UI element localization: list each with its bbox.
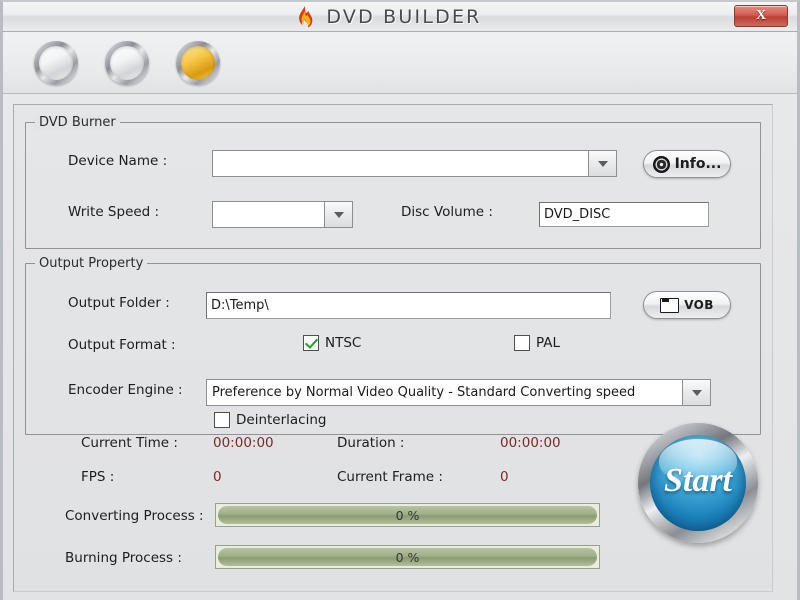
encoder-engine-combo[interactable]: Preference by Normal Video Quality - Sta… bbox=[206, 379, 711, 406]
checkbox-empty-icon bbox=[214, 412, 230, 428]
deinterlacing-label: Deinterlacing bbox=[236, 412, 327, 428]
duration-label: Duration : bbox=[337, 435, 405, 451]
close-button[interactable]: X bbox=[734, 5, 788, 27]
write-speed-combo[interactable] bbox=[212, 201, 353, 228]
disc-volume-label: Disc Volume : bbox=[401, 204, 493, 220]
burning-row: Burning Process : 0 % bbox=[25, 545, 765, 587]
fps-value: 0 bbox=[213, 469, 222, 485]
current-frame-value: 0 bbox=[500, 469, 509, 485]
chevron-down-icon bbox=[597, 160, 608, 167]
close-icon: X bbox=[755, 8, 767, 23]
disc-button-2[interactable] bbox=[105, 40, 149, 85]
disc-volume-input[interactable]: DVD_DISC bbox=[539, 202, 709, 227]
current-frame-label: Current Frame : bbox=[337, 469, 443, 485]
fps-label: FPS : bbox=[81, 469, 115, 485]
disc-volume-row: Disc Volume : bbox=[401, 204, 493, 220]
output-format-row: Output Format : bbox=[68, 337, 176, 353]
converting-progress-value: 0 % bbox=[395, 507, 420, 523]
pal-checkbox[interactable]: PAL bbox=[514, 335, 560, 351]
start-button[interactable]: Start bbox=[638, 423, 758, 543]
converting-process-label: Converting Process : bbox=[65, 508, 204, 524]
write-speed-input[interactable] bbox=[213, 202, 324, 227]
device-name-label: Device Name : bbox=[68, 153, 168, 169]
ntsc-checkbox[interactable]: NTSC bbox=[303, 335, 361, 351]
disc-button-3[interactable] bbox=[176, 40, 220, 85]
start-button-face: Start bbox=[650, 435, 746, 531]
body-area: DVD Burner Device Name : Info... Write S… bbox=[3, 94, 797, 600]
flame-icon bbox=[294, 5, 316, 29]
output-folder-row: Output Folder : bbox=[68, 295, 170, 311]
dvd-burner-group-title: DVD Burner bbox=[35, 115, 120, 130]
window-title: DVD BUILDER bbox=[326, 5, 482, 28]
burning-progress-fill: 0 % bbox=[218, 548, 597, 566]
chevron-down-icon bbox=[333, 211, 344, 218]
info-button-label: Info... bbox=[674, 156, 722, 172]
duration-value: 00:00:00 bbox=[500, 435, 561, 451]
info-button[interactable]: Info... bbox=[643, 150, 731, 178]
dvd-burner-group: DVD Burner Device Name : Info... Write S… bbox=[25, 115, 761, 249]
checkbox-empty-icon bbox=[514, 335, 530, 351]
output-property-group: Output Property Output Folder : D:\Temp\… bbox=[25, 256, 761, 435]
output-folder-label: Output Folder : bbox=[68, 295, 170, 311]
output-folder-input[interactable]: D:\Temp\ bbox=[206, 292, 611, 319]
burning-progress-bar: 0 % bbox=[215, 545, 600, 569]
write-speed-label: Write Speed : bbox=[68, 204, 160, 220]
chevron-down-icon bbox=[691, 389, 702, 396]
disc-icon bbox=[652, 155, 670, 173]
start-button-label: Start bbox=[663, 462, 733, 499]
encoder-engine-label: Encoder Engine : bbox=[68, 382, 183, 398]
checkmark-icon bbox=[303, 335, 319, 351]
current-time-label: Current Time : bbox=[81, 435, 178, 451]
current-time-value: 00:00:00 bbox=[213, 435, 274, 451]
vob-button-label: VOB bbox=[684, 298, 714, 312]
disc-button-1[interactable] bbox=[34, 40, 78, 85]
output-format-label: Output Format : bbox=[68, 337, 176, 353]
encoder-engine-value[interactable]: Preference by Normal Video Quality - Sta… bbox=[207, 380, 682, 405]
encoder-engine-dropdown-arrow[interactable] bbox=[682, 380, 710, 405]
vob-button[interactable]: VOB bbox=[643, 291, 731, 319]
main-panel: DVD Burner Device Name : Info... Write S… bbox=[13, 104, 773, 592]
device-name-combo[interactable] bbox=[212, 150, 617, 177]
write-speed-dropdown-arrow[interactable] bbox=[324, 202, 352, 227]
device-name-row: Device Name : bbox=[68, 153, 167, 169]
dvd-builder-window: DVD BUILDER X DVD Burner Device Name : I… bbox=[0, 0, 800, 600]
burning-process-label: Burning Process : bbox=[65, 550, 182, 566]
write-speed-row: Write Speed : bbox=[68, 204, 159, 220]
encoder-engine-row: Encoder Engine : bbox=[68, 382, 183, 398]
title-bar: DVD BUILDER X bbox=[3, 2, 797, 32]
converting-progress-bar: 0 % bbox=[215, 503, 600, 527]
device-name-input[interactable] bbox=[213, 151, 588, 176]
converting-progress-fill: 0 % bbox=[218, 506, 597, 524]
burning-progress-value: 0 % bbox=[395, 549, 420, 565]
toolbar bbox=[3, 32, 797, 94]
deinterlacing-checkbox[interactable]: Deinterlacing bbox=[214, 412, 326, 428]
device-name-dropdown-arrow[interactable] bbox=[588, 151, 616, 176]
folder-icon bbox=[660, 297, 680, 313]
ntsc-label: NTSC bbox=[325, 335, 362, 351]
title-group: DVD BUILDER bbox=[294, 5, 481, 29]
output-property-group-title: Output Property bbox=[35, 256, 148, 271]
pal-label: PAL bbox=[536, 335, 561, 351]
